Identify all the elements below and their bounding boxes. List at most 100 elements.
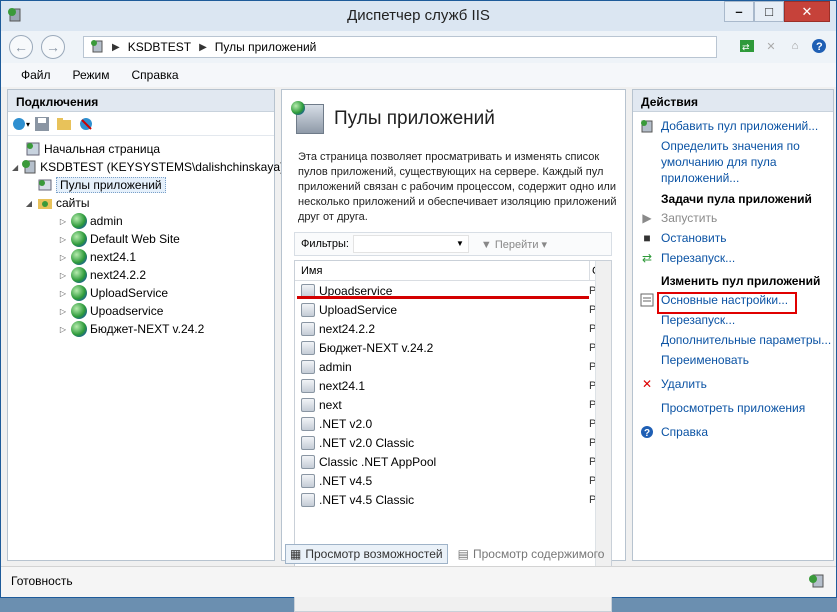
delete-action[interactable]: ✕ Удалить — [639, 376, 833, 394]
recycle-icon: ⇄ — [641, 251, 653, 265]
breadcrumb-page[interactable]: Пулы приложений — [215, 40, 317, 54]
start-action: ▶ Запустить — [639, 210, 833, 228]
table-row[interactable]: next24.2.2 Р — [295, 319, 611, 338]
recycle-action[interactable]: ⇄ Перезапуск... — [639, 250, 833, 268]
expand-arrow-icon[interactable]: ▷ — [58, 271, 68, 280]
tab-label: Просмотр возможностей — [305, 547, 443, 561]
tree-item-site[interactable]: ▷ Бюджет-NEXT v.24.2 — [12, 320, 274, 338]
globe-icon — [71, 285, 87, 301]
tree-item-server[interactable]: ◢ KSDBTEST (KEYSYSTEMS\dalishchinskaya) — [12, 158, 284, 176]
tree-item-site[interactable]: ▷ next24.2.2 — [12, 266, 274, 284]
pool-name: .NET v2.0 — [319, 416, 373, 431]
stop-icon[interactable]: ✕ — [762, 37, 780, 55]
server-icon — [21, 159, 37, 175]
tree-item-label: UploadService — [90, 286, 169, 300]
tree-item-site[interactable]: ▷ next24.1 — [12, 248, 274, 266]
rename-action[interactable]: Переименовать — [639, 352, 833, 370]
app-pool-icon — [301, 416, 315, 431]
breadcrumb-separator-icon: ▶ — [199, 41, 207, 53]
action-label: Добавить пул приложений... — [661, 119, 819, 133]
close-button[interactable]: ✕ — [784, 1, 830, 22]
globe-icon — [71, 303, 87, 319]
disconnect-icon[interactable] — [78, 116, 94, 132]
expand-arrow-icon[interactable]: ▷ — [58, 235, 68, 244]
tree-item-label: Начальная страница — [44, 142, 161, 156]
table-row[interactable]: UploadService Р — [295, 300, 611, 319]
connections-toolbar: ▾ — [8, 112, 274, 136]
minimize-button[interactable]: – — [724, 1, 754, 22]
tree-item-start-page[interactable]: Начальная страница — [12, 140, 274, 158]
tree-item-site[interactable]: ▷ Upoadservice — [12, 302, 274, 320]
tree-item-site[interactable]: ▷ admin — [12, 212, 274, 230]
filter-input[interactable]: ▼ — [352, 235, 469, 253]
home-icon[interactable]: ⌂ — [786, 37, 804, 55]
new-folder-icon[interactable] — [56, 116, 72, 132]
connect-icon[interactable]: ▾ — [12, 116, 30, 132]
tasks-header: Задачи пула приложений — [661, 192, 812, 206]
connections-tree: Начальная страница ◢ KSDBTEST (KEYSYSTEM… — [8, 136, 284, 338]
expand-arrow-icon[interactable]: ▷ — [58, 217, 68, 226]
expand-arrow-icon[interactable]: ▷ — [58, 253, 68, 262]
filter-bar: Фильтры: ▼ ▼ Перейти ▾ — [294, 232, 612, 256]
expand-arrow-icon[interactable]: ▷ — [58, 325, 68, 334]
tree-item-site[interactable]: ▷ Default Web Site — [12, 230, 274, 248]
menu-mode[interactable]: Режим — [73, 68, 110, 82]
help-action[interactable]: ? Справка — [639, 424, 833, 442]
view-apps-action[interactable]: Просмотреть приложения — [639, 400, 833, 418]
table-row[interactable]: .NET v4.5 Р — [295, 471, 611, 490]
add-pool-icon — [639, 118, 655, 134]
globe-icon — [71, 321, 87, 337]
refresh-icon[interactable]: ⇄ — [738, 37, 756, 55]
menu-help[interactable]: Справка — [132, 68, 179, 82]
collapse-arrow-icon[interactable]: ◢ — [12, 163, 18, 172]
breadcrumb-server[interactable]: KSDBTEST — [128, 40, 191, 54]
go-button[interactable]: ▼ Перейти ▾ — [481, 238, 547, 251]
help-icon[interactable]: ? — [810, 37, 828, 55]
action-label: Удалить — [661, 377, 707, 391]
tree-item-label: Upoadservice — [90, 304, 164, 318]
table-row[interactable]: Classic .NET AppPool Р — [295, 452, 611, 471]
set-defaults-action[interactable]: Определить значения по умолчанию для пул… — [639, 138, 833, 186]
forward-arrow-icon: → — [46, 39, 60, 55]
pool-name: Бюджет-NEXT v.24.2 — [319, 340, 434, 355]
sites-folder-icon — [37, 195, 53, 211]
tree-item-label: Бюджет-NEXT v.24.2 — [90, 322, 205, 336]
stop-action[interactable]: ■ Остановить — [639, 230, 833, 248]
action-label: Справка — [661, 425, 709, 439]
pool-name: admin — [319, 359, 352, 374]
tab-features-view[interactable]: ▦ Просмотр возможностей — [285, 544, 448, 564]
menu-file[interactable]: Файл — [21, 68, 51, 82]
app-pool-icon — [301, 473, 315, 488]
table-row[interactable]: next24.1 Р — [295, 376, 611, 395]
delete-icon: ✕ — [641, 377, 653, 391]
advanced-settings-action[interactable]: Дополнительные параметры... — [639, 332, 833, 350]
tree-item-site[interactable]: ▷ UploadService — [12, 284, 274, 302]
tree-item-app-pools[interactable]: Пулы приложений — [12, 176, 274, 194]
breadcrumb[interactable]: ▶ KSDBTEST ▶ Пулы приложений — [83, 36, 717, 58]
save-icon[interactable] — [34, 116, 50, 132]
filter-label: Фильтры: — [301, 238, 349, 250]
table-row[interactable]: .NET v4.5 Classic Р — [295, 490, 611, 509]
add-pool-action[interactable]: Добавить пул приложений... — [639, 118, 833, 136]
tree-item-sites[interactable]: ◢ сайты — [12, 194, 274, 212]
table-row[interactable]: next Р — [295, 395, 611, 414]
start-page-icon — [25, 141, 41, 157]
maximize-button[interactable]: □ — [754, 1, 784, 22]
expand-arrow-icon[interactable]: ▷ — [58, 307, 68, 316]
expand-arrow-icon[interactable]: ▷ — [58, 289, 68, 298]
table-row[interactable]: .NET v2.0 Classic Р — [295, 433, 611, 452]
dropdown-arrow-icon[interactable]: ▼ — [456, 239, 464, 248]
forward-button[interactable]: → — [41, 35, 65, 59]
recycle-settings-action[interactable]: Перезапуск... — [639, 312, 833, 330]
globe-icon — [71, 267, 87, 283]
table-row[interactable]: admin Р — [295, 357, 611, 376]
table-row[interactable]: Бюджет-NEXT v.24.2 Р — [295, 338, 611, 357]
column-name[interactable]: Имя — [301, 265, 322, 277]
connections-title: Подключения — [8, 90, 274, 112]
collapse-arrow-icon[interactable]: ◢ — [24, 199, 34, 208]
edit-header: Изменить пул приложений — [661, 274, 821, 288]
horizontal-scrollbar[interactable] — [295, 595, 597, 611]
tab-content-view[interactable]: ▤ Просмотр содержимого — [454, 544, 609, 564]
back-button[interactable]: ← — [9, 35, 33, 59]
table-row[interactable]: .NET v2.0 Р — [295, 414, 611, 433]
